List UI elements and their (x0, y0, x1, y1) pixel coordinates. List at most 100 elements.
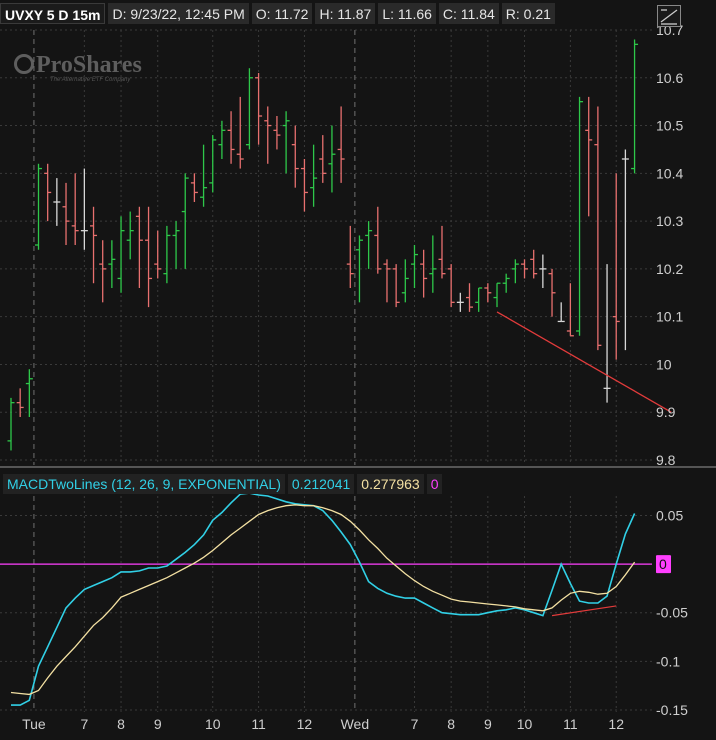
x-tick-label: 12 (297, 716, 313, 732)
ohlc-bar (71, 173, 79, 245)
ohlc-bar (383, 259, 391, 303)
macd-tick-label: -0.05 (656, 605, 688, 621)
ohlc-bar (466, 283, 473, 312)
x-tick-label: 12 (608, 716, 624, 732)
ohlc-bar (181, 173, 189, 269)
price-y-axis: 9.89.91010.110.210.310.410.510.610.7 (656, 22, 683, 468)
ohlc-bar (44, 163, 52, 222)
signal-value: 0.277963 (357, 474, 424, 494)
ohlc-bar (99, 240, 107, 303)
study-header: MACDTwoLines (12, 26, 9, EXPONENTIAL) 0.… (3, 474, 443, 494)
ohlc-bar (511, 259, 519, 284)
ohlc-bar (319, 135, 327, 183)
logo-mark (14, 54, 34, 74)
x-tick-label: 8 (117, 716, 125, 732)
ohlc-bar (25, 369, 33, 417)
macd-tick-label: -0.1 (656, 653, 680, 669)
time-x-axis: Tue 7 8 9 10 11 12 Wed 7 8 9 10 11 12 (22, 716, 624, 732)
ohlc-bar (631, 39, 639, 174)
macd-y-axis: 0.05 -0.05 -0.1 -0.15 0 (656, 507, 688, 718)
price-trendline[interactable] (496, 311, 672, 413)
ohlc-bar (456, 292, 464, 312)
ohlc-bar (255, 73, 263, 145)
ohlc-bar (566, 283, 574, 337)
logo-tagline: The Alternative ETF Company (50, 77, 131, 83)
macd-tick-label: 0.05 (656, 507, 683, 523)
ohlc-bar (90, 206, 98, 284)
ohlc-bar (126, 211, 134, 260)
x-tick-label: 9 (484, 716, 492, 732)
ohlc-bar (62, 182, 70, 245)
ohlc-bar (209, 135, 217, 193)
macd-trendline (551, 605, 617, 617)
price-tick-label: 10.5 (656, 118, 683, 134)
ohlc-bar (548, 268, 556, 317)
bar-date: D: 9/23/22, 12:45 PM (108, 3, 249, 24)
price-tick-label: 9.8 (656, 452, 676, 468)
zero-badge-label: 0 (659, 556, 667, 572)
proshares-watermark: ProShares The Alternative ETF Company (14, 52, 142, 83)
ohlc-bar (236, 96, 244, 169)
ohlc-bar (420, 249, 428, 298)
x-tick-label: 7 (411, 716, 419, 732)
price-bars (7, 39, 639, 451)
macd-grid (0, 496, 652, 712)
ohlc-bar (530, 249, 538, 279)
ohlc-bar (108, 240, 116, 288)
x-tick-label: 10 (517, 716, 533, 732)
x-tick-label: 8 (447, 716, 455, 732)
price-tick-label: 10.3 (656, 213, 683, 229)
x-tick-label: 7 (80, 716, 88, 732)
ohlc-bar (53, 178, 61, 226)
ohlc-bar (576, 96, 584, 336)
trendline-segment (496, 311, 672, 413)
macd-tick-label: -0.15 (656, 702, 688, 718)
ohlc-bar (502, 273, 510, 293)
ohlc-bar (365, 221, 373, 269)
ohlc-bar (163, 225, 171, 284)
ohlc-bar (218, 120, 226, 159)
study-name[interactable]: MACDTwoLines (12, 26, 9, EXPONENTIAL) (3, 474, 285, 494)
ohlc-bar (447, 264, 455, 308)
ohlc-bar (392, 264, 400, 308)
ohlc-bar (521, 259, 529, 279)
ohlc-bar (291, 125, 299, 188)
price-tick-label: 9.9 (656, 404, 676, 420)
bar-close: C: 11.84 (438, 3, 499, 24)
signal-line (10, 504, 636, 696)
logo-text: ProShares (14, 52, 142, 79)
x-tick-label: 10 (205, 716, 221, 732)
ohlc-bar (337, 106, 345, 183)
ohlc-bar (145, 206, 153, 308)
ohlc-bar (117, 216, 125, 293)
x-tick-label: 11 (251, 716, 266, 732)
chart-canvas[interactable]: 9.89.91010.110.210.310.410.510.610.7 0.0… (0, 0, 716, 740)
price-grid (0, 29, 652, 465)
x-tick-label: 11 (563, 716, 578, 732)
price-tick-label: 10.2 (656, 261, 683, 277)
ohlc-bar (410, 245, 418, 288)
price-tick-label: 10.6 (656, 70, 683, 86)
bar-high: H: 11.87 (315, 3, 376, 24)
macd-value: 0.212041 (287, 474, 355, 494)
ohlc-bar (585, 96, 593, 217)
ohlc-bar (135, 206, 143, 288)
macd-line (11, 492, 636, 706)
macd-lines (0, 492, 652, 706)
ohlc-bar (190, 173, 198, 202)
ohlc-bar (282, 111, 290, 174)
diff-value: 0 (426, 474, 443, 494)
ohlc-bar (264, 106, 272, 164)
x-tick-label: Tue (22, 716, 46, 732)
ohlc-bar (621, 149, 629, 351)
ohlc-bar (172, 221, 180, 269)
ohlc-bar (200, 144, 208, 207)
x-tick-label: 9 (154, 716, 162, 732)
ohlc-bar (310, 144, 318, 207)
drawing-tools-icon[interactable] (657, 5, 681, 27)
ohlc-bar (154, 230, 162, 279)
ohlc-bar (539, 254, 547, 288)
symbol-header: UVXY 5 D 15m D: 9/23/22, 12:45 PM O: 11.… (0, 3, 555, 27)
symbol-label[interactable]: UVXY 5 D 15m (0, 3, 106, 24)
ohlc-bar (484, 283, 492, 303)
